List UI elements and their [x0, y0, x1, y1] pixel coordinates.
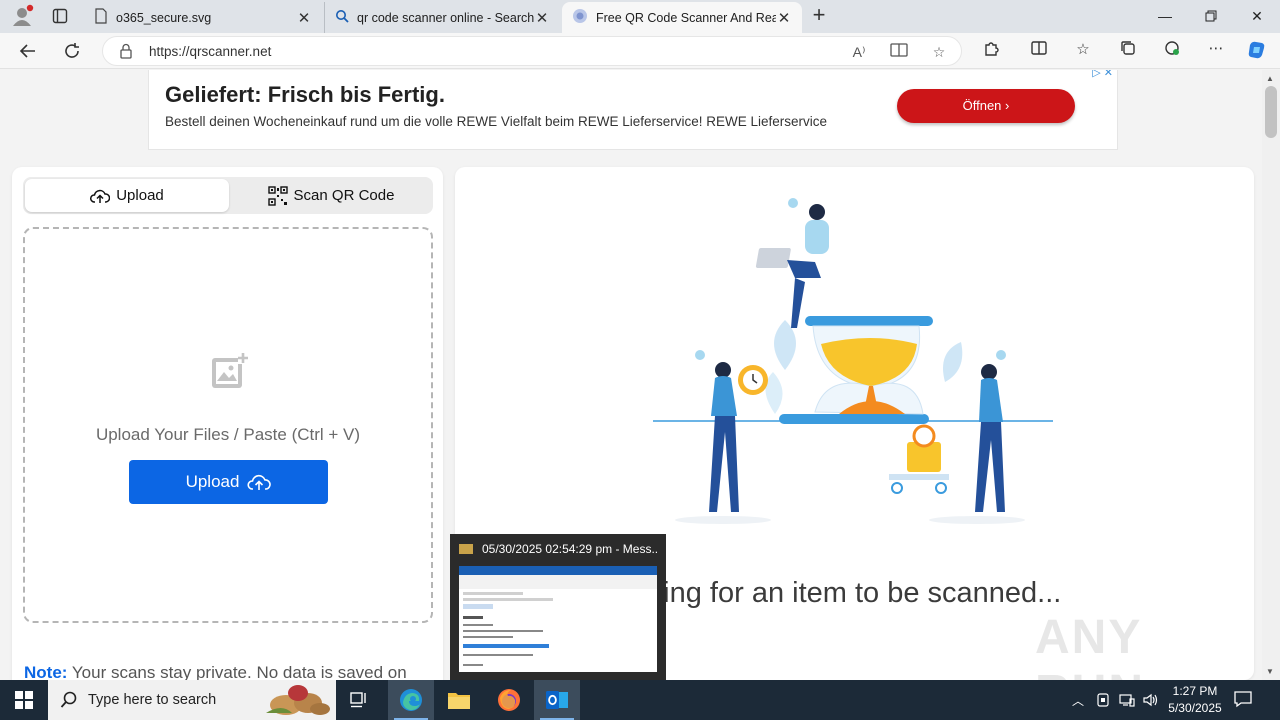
edge-browser-icon[interactable] — [388, 680, 434, 720]
show-hidden-icons[interactable]: ︿ — [1068, 680, 1088, 720]
tab-upload-label: Upload — [116, 187, 164, 204]
browser-tab-strip: o365_secure.svg ✕ qr code scanner online… — [0, 0, 1280, 33]
close-window-icon[interactable]: ✕ — [1234, 0, 1280, 33]
waiting-illustration — [653, 198, 1053, 524]
clock-time: 1:27 PM — [1172, 684, 1218, 698]
address-bar[interactable]: https://qrscanner.net A⁾ ☆ — [102, 36, 962, 66]
tab-scan-qr[interactable]: Scan QR Code — [231, 179, 431, 212]
ad-choices-icon[interactable]: ▷ ✕ — [1092, 70, 1113, 79]
qr-site-icon — [572, 8, 588, 27]
extensions-icon[interactable] — [980, 39, 1002, 61]
search-placeholder: Type here to search — [88, 692, 217, 708]
upload-card: Upload Scan QR Code Upload Your Files / … — [12, 167, 443, 680]
close-tab-icon[interactable]: ✕ — [296, 9, 312, 27]
collections-icon[interactable] — [1117, 39, 1139, 61]
restore-icon[interactable] — [1188, 0, 1234, 33]
device-tray-icon[interactable] — [1092, 680, 1114, 720]
scroll-up-icon[interactable]: ▲ — [1266, 74, 1274, 83]
ad-text[interactable]: Bestell deinen Wocheneinkauf rund um die… — [165, 114, 827, 129]
taskbar-search-box[interactable]: Type here to search — [48, 680, 336, 720]
note-label: Note: — [24, 663, 68, 680]
scrollbar-thumb[interactable] — [1265, 86, 1277, 138]
browser-essentials-icon[interactable] — [1161, 39, 1183, 61]
tab-title: o365_secure.svg — [116, 10, 212, 25]
profile-avatar[interactable] — [8, 4, 36, 28]
url-text[interactable]: https://qrscanner.net — [149, 44, 271, 59]
document-icon — [94, 8, 108, 27]
reload-icon[interactable] — [58, 38, 86, 64]
add-image-icon — [209, 351, 249, 396]
privacy-note: Note: Your scans stay private. No data i… — [24, 663, 444, 680]
close-tab-icon[interactable]: ✕ — [776, 9, 792, 27]
potatoes-search-highlight-icon — [262, 683, 334, 720]
immersive-reader-icon[interactable] — [888, 42, 910, 62]
system-clock[interactable]: 1:27 PM 5/30/2025 — [1162, 683, 1228, 717]
note-text: Your scans stay private. No data is save… — [71, 663, 407, 680]
close-tab-icon[interactable]: ✕ — [534, 9, 550, 27]
search-icon — [60, 691, 78, 714]
back-icon[interactable] — [14, 38, 42, 64]
file-drop-zone[interactable]: Upload Your Files / Paste (Ctrl + V) Upl… — [23, 227, 433, 623]
scroll-down-icon[interactable]: ▼ — [1266, 667, 1274, 676]
upload-button[interactable]: Upload — [129, 460, 328, 504]
address-bar-row: https://qrscanner.net A⁾ ☆ ☆ ⋯ — [0, 33, 1280, 69]
notification-icon[interactable] — [1234, 690, 1252, 713]
volume-icon[interactable] — [1140, 680, 1162, 720]
qr-code-icon — [267, 185, 288, 206]
outlook-thumbnail-preview[interactable]: 05/30/2025 02:54:29 pm - Mess... — [450, 534, 666, 680]
favorites-icon[interactable]: ☆ — [1072, 39, 1094, 61]
cloud-upload-icon — [90, 188, 111, 204]
tab-scan-label: Scan QR Code — [293, 187, 395, 204]
ad-banner[interactable]: Geliefert: Frisch bis Fertig. Bestell de… — [148, 70, 1118, 150]
ad-title[interactable]: Geliefert: Frisch bis Fertig. — [165, 82, 445, 108]
upload-button-label: Upload — [185, 472, 240, 491]
taskbar: Type here to search ︿ 1:27 PM 5/30/2025 — [0, 680, 1280, 720]
envelope-icon — [459, 544, 473, 554]
preview-title: 05/30/2025 02:54:29 pm - Mess... — [482, 542, 658, 556]
windows-start-icon[interactable] — [0, 680, 48, 720]
outlook-icon[interactable] — [534, 680, 580, 720]
tab-actions-icon[interactable] — [44, 4, 76, 28]
favorite-star-icon[interactable]: ☆ — [928, 42, 950, 62]
tab-qrscanner[interactable]: Free QR Code Scanner And Reader ✕ — [562, 2, 802, 33]
minimize-icon[interactable]: — — [1142, 0, 1188, 33]
ad-open-label: Öffnen — [962, 98, 1002, 113]
anyrun-watermark: ANY RUN — [1035, 611, 1143, 680]
more-menu-icon[interactable]: ⋯ — [1205, 38, 1227, 60]
copilot-icon[interactable] — [1246, 39, 1268, 61]
clock-date: 5/30/2025 — [1168, 701, 1222, 715]
network-icon[interactable] — [1116, 680, 1138, 720]
tab-upload[interactable]: Upload — [25, 179, 229, 212]
tab-title: qr code scanner online - Search — [357, 10, 534, 25]
tab-search[interactable]: qr code scanner online - Search ✕ — [324, 2, 560, 33]
lock-icon[interactable] — [119, 43, 133, 59]
read-aloud-icon[interactable]: A⁾ — [848, 42, 870, 62]
tab-title: Free QR Code Scanner And Reader — [596, 10, 776, 25]
split-screen-icon[interactable] — [1028, 39, 1050, 61]
chevron-right-icon: › — [1005, 98, 1010, 113]
search-icon — [335, 9, 349, 26]
mode-switch: Upload Scan QR Code — [23, 177, 433, 214]
drop-instructions: Upload Your Files / Paste (Ctrl + V) — [95, 425, 361, 444]
ad-open-button[interactable]: Öffnen › — [897, 89, 1075, 123]
cloud-upload-icon — [247, 473, 272, 491]
preview-window[interactable] — [459, 566, 657, 672]
task-view-icon[interactable] — [336, 680, 382, 720]
firefox-icon[interactable] — [486, 680, 532, 720]
new-tab-icon[interactable]: + — [808, 4, 830, 28]
file-explorer-icon[interactable] — [436, 680, 482, 720]
page-scrollbar[interactable]: ▲ ▼ — [1262, 70, 1280, 680]
tab-o365-secure[interactable]: o365_secure.svg ✕ — [84, 2, 322, 33]
